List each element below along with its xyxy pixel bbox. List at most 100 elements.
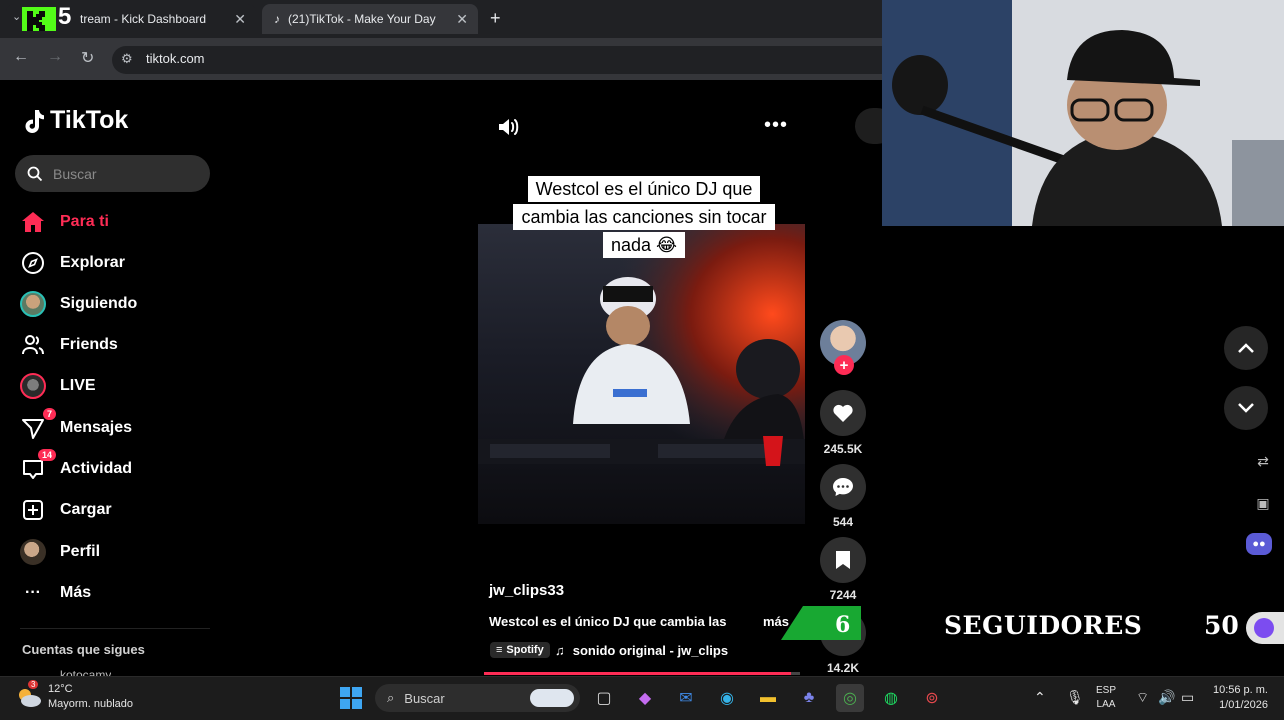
microphone-icon[interactable]: 🎙 xyxy=(1066,689,1084,706)
nav-item-siguiendo[interactable]: Siguiendo xyxy=(20,289,137,319)
tray-overflow-chevron-icon[interactable]: ⌃ xyxy=(1034,689,1046,706)
back-arrow-icon[interactable]: ← xyxy=(13,48,29,66)
comment-button[interactable] xyxy=(820,464,866,510)
tab-tiktok[interactable]: ♪ (21)TikTok - Make Your Day ✕ xyxy=(262,4,478,34)
followers-label: SEGUIDORES xyxy=(944,611,1143,640)
tab-list-chevron-icon[interactable]: ⌄ xyxy=(12,10,21,23)
search-placeholder: Buscar xyxy=(53,165,97,182)
activity-icon: 14 xyxy=(20,449,56,482)
omnibox[interactable] xyxy=(112,46,882,74)
keyboard-layout: LAA xyxy=(1096,699,1116,710)
video-progress-fill xyxy=(484,672,791,675)
webcam-feed xyxy=(882,0,1284,226)
reload-icon[interactable]: ↻ xyxy=(81,48,94,68)
nav-item-perfil[interactable]: Perfil xyxy=(20,537,100,567)
chrome-icon[interactable]: ◎ xyxy=(836,684,864,712)
battery-icon[interactable]: ▭ xyxy=(1181,689,1194,706)
close-tab-icon[interactable]: ✕ xyxy=(234,11,246,28)
comment-count: 544 xyxy=(832,515,854,529)
tiktok-wordmark: TikTok xyxy=(50,106,129,134)
wifi-icon[interactable]: ⌔ xyxy=(1136,689,1149,707)
nav-label: Explorar xyxy=(60,254,125,271)
share-count: 14.2K xyxy=(826,661,860,675)
language-code: ESP xyxy=(1096,685,1117,696)
close-tab-icon[interactable]: ✕ xyxy=(456,11,468,28)
video-author[interactable]: jw_clips33 xyxy=(489,582,564,599)
following-account-peek[interactable]: kotocamy xyxy=(60,668,111,676)
nav-label: Perfil xyxy=(60,543,101,560)
new-tab-icon[interactable]: + xyxy=(490,8,501,29)
home-icon xyxy=(20,209,46,235)
like-button[interactable] xyxy=(820,390,866,436)
next-video-button[interactable] xyxy=(1224,386,1268,430)
copilot-icon[interactable]: ◆ xyxy=(631,684,659,712)
taskbar-search[interactable]: ⌕ Buscar xyxy=(375,684,580,712)
save-button[interactable] xyxy=(820,537,866,583)
followers-current: 6 xyxy=(835,612,851,638)
site-settings-icon[interactable]: ⚙ xyxy=(121,51,133,67)
tab-title: (21)TikTok - Make Your Day xyxy=(288,12,436,26)
nav-item-actividad[interactable]: 14 Actividad xyxy=(20,449,133,484)
tab-title: tream - Kick Dashboard xyxy=(80,12,207,26)
tiktok-logo[interactable]: TikTok xyxy=(22,106,128,135)
date: 1/01/2026 xyxy=(1219,699,1268,711)
weather-condition: Mayorm. nublado xyxy=(48,698,133,710)
previous-video-button[interactable] xyxy=(1224,326,1268,370)
weather-widget[interactable]: 3 12°C Mayorm. nublado xyxy=(16,680,133,712)
upload-icon xyxy=(20,497,46,523)
nav-label: Mensajes xyxy=(60,419,133,436)
search-highlight-icon xyxy=(530,689,574,707)
compass-icon xyxy=(20,250,46,276)
url-text[interactable]: tiktok.com xyxy=(146,51,205,66)
sidebar-divider xyxy=(20,628,210,629)
video-description: Westcol es el único DJ que cambia las xyxy=(489,614,727,629)
more-dots-icon: ··· xyxy=(25,584,41,601)
nav-label: Más xyxy=(60,584,92,601)
nav-item-cargar[interactable]: Cargar xyxy=(20,495,112,525)
more-options-icon[interactable]: ••• xyxy=(764,114,788,137)
follow-plus-icon[interactable]: + xyxy=(834,355,854,375)
nav-item-para-ti[interactable]: Para ti xyxy=(20,207,109,237)
search-icon xyxy=(27,166,43,181)
nav-item-mensajes[interactable]: 7 Mensajes xyxy=(20,408,133,443)
assistant-icon[interactable]: ●● xyxy=(1246,533,1272,555)
speaker-icon[interactable]: 🔊 xyxy=(1158,689,1175,706)
nav-item-friends[interactable]: Friends xyxy=(20,330,118,360)
video-caption-overlay: Westcol es el único DJ que cambia las ca… xyxy=(494,175,794,259)
spotify-icon[interactable]: ◍ xyxy=(877,684,905,712)
taskbar-search-label: Buscar xyxy=(404,690,445,706)
nav-label: Friends xyxy=(60,336,118,353)
nav-item-live[interactable]: LIVE xyxy=(20,371,96,401)
like-count: 245.5K xyxy=(823,442,863,456)
heart-icon xyxy=(833,404,853,422)
qr-code-icon[interactable]: ▣ xyxy=(1252,492,1274,514)
file-explorer-icon[interactable]: ▬ xyxy=(754,684,782,712)
nav-label: Actividad xyxy=(60,460,133,477)
edge-icon[interactable]: ◉ xyxy=(713,684,741,712)
task-view-icon[interactable]: ▢ xyxy=(590,684,618,712)
search-input[interactable]: Buscar xyxy=(15,155,210,192)
nav-label: Para ti xyxy=(60,213,109,230)
chevron-down-icon xyxy=(1238,403,1254,413)
forward-arrow-icon[interactable]: → xyxy=(47,48,63,66)
live-avatar xyxy=(20,373,46,399)
sound-link[interactable]: ♫ sonido original - jw_clips xyxy=(555,643,728,658)
clock[interactable]: 10:56 p. m. 1/01/2026 xyxy=(1206,683,1268,713)
video-player[interactable] xyxy=(478,224,805,524)
messages-icon: 7 xyxy=(20,408,56,441)
obs-icon[interactable]: ⊚ xyxy=(918,684,946,712)
translate-icon[interactable]: ⇄ xyxy=(1252,450,1274,472)
bookmark-icon xyxy=(836,551,850,569)
start-windows-icon[interactable] xyxy=(337,684,365,712)
input-language[interactable]: ESP LAA xyxy=(1096,684,1116,712)
nav-item-mas[interactable]: ··· Más xyxy=(20,578,91,608)
teams-icon[interactable]: ♣ xyxy=(795,684,823,712)
comment-icon xyxy=(833,478,853,496)
spotify-chip[interactable]: ≡ Spotify xyxy=(490,642,550,658)
time: 10:56 p. m. xyxy=(1212,684,1268,696)
volume-icon[interactable] xyxy=(497,116,521,143)
following-avatar xyxy=(20,291,46,317)
nav-item-explorar[interactable]: Explorar xyxy=(20,248,125,278)
outlook-icon[interactable]: ✉ xyxy=(672,684,700,712)
list-icon: ≡ xyxy=(496,644,503,656)
